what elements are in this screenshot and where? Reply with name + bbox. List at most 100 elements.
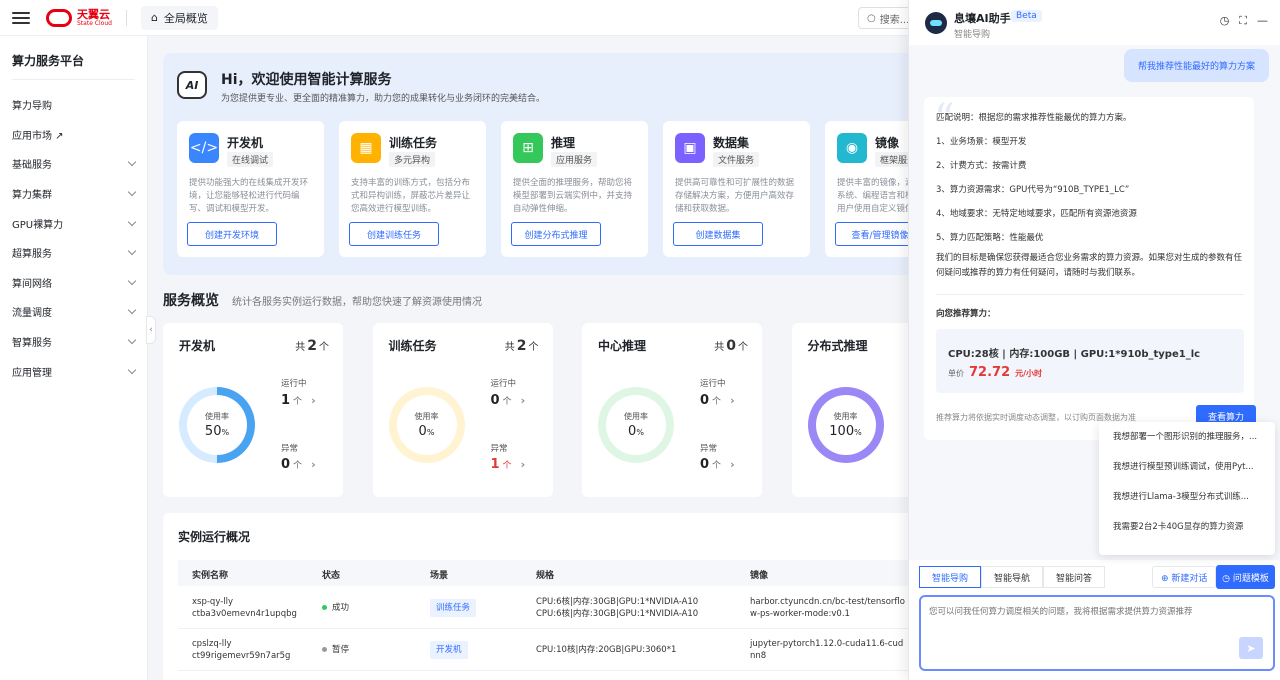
abnormal-label: 异常 [700,444,718,454]
sidebar-item[interactable]: 应用市场 ↗ [0,120,147,150]
image-line: w-ps-worker-mode:v0.1 [750,609,850,619]
table-row[interactable]: cpslzq-lly ct99rigemevr59n7ar5g 暂停 开发机 CPU:1… [178,629,908,671]
question-template-button[interactable]: ◷ 问题模板 [1216,565,1275,589]
send-icon[interactable]: ➤ [1239,637,1263,659]
total-prefix: 共 [295,342,306,353]
answer-line: 4、地域要求：无特定地域要求，匹配所有资源池资源 [936,209,1137,219]
abnormal-value[interactable]: 0 个 › [281,457,316,472]
logo[interactable]: 天翼云 State Cloud [46,7,112,27]
divider [936,294,1244,295]
status-dot-icon [322,647,327,652]
image-line: nn8 [750,651,767,661]
card-title: 开发机 [227,136,264,150]
answer-line: 匹配说明：根据您的需求推荐性能最优的算力方案。 [936,113,1132,123]
fullscreen-icon[interactable]: ⛶ [1239,14,1247,28]
sidebar-item[interactable]: 算力导购 [0,90,147,120]
usage-value: 100% [829,424,861,439]
minimize-icon[interactable]: — [1257,14,1268,28]
service-card: ▦ 训练任务 多元异构 支持丰富的训练方式，包括分布式和异构训练，屏蔽芯片差异让您高效… [339,121,486,257]
logo-cn: 天翼云 [77,7,110,21]
table-row[interactable]: xsp-qy-lly ctba3v0emevn4r1upqbg 成功 训练任务 CPU:… [178,587,908,629]
service-card: </> 开发机 在线调试 提供功能强大的在线集成开发环境，让您能够轻松进行代码编写、调… [177,121,324,257]
suggestion-item[interactable]: 我想部署一个图形识别的推理服务，... [1099,422,1275,452]
card-tag: 多元异构 [389,152,436,167]
usage-ring-center: 使用率 0% [396,395,457,455]
stat-title: 中心推理 [598,339,647,353]
card-description: 提供全面的推理服务，帮助您将模型部署到云端实例中，并支持自动弹性伸缩。 [513,178,633,214]
search-placeholder: 搜索... [879,14,910,26]
column-header: 状态 [322,571,341,581]
sidebar-item[interactable]: 算间网络 [0,268,147,298]
logo-en: State Cloud [77,19,112,27]
assistant-answer: “ 匹配说明：根据您的需求推荐性能最优的算力方案。 1、业务场景：模型开发 2、计费… [924,97,1256,440]
column-header: 实例名称 [192,571,229,581]
running-label: 运行中 [490,379,517,389]
card-action-button[interactable]: 查看/管理镜像 [835,222,908,246]
card-description: 提供功能强大的在线集成开发环境，让您能够轻松进行代码编写、调试和模型开发。 [189,178,309,214]
card-action-button[interactable]: 创建开发环境 [187,222,277,246]
sidebar-item[interactable]: GPU裸算力 [0,208,147,238]
chevron-right-icon: › [311,458,316,471]
sidebar-title: 算力服务平台 [12,52,135,80]
sidebar-item[interactable]: 应用管理 [0,356,147,386]
status-text: 暂停 [332,645,350,655]
usage-label: 使用率 [624,412,648,421]
robot-avatar-icon [925,12,947,34]
service-icon: </> [189,133,219,163]
total-unit: 个 [528,342,539,353]
usage-percent: % [426,428,435,437]
chat-input[interactable] [929,605,1265,637]
suggestion-item[interactable]: 我想进行模型预训练调试，使用Pyt... [1099,452,1275,482]
usage-number: 50 [204,424,222,439]
abnormal-value[interactable]: 0 个 › [700,457,735,472]
abnormal-count: 0 [700,457,710,472]
welcome-title: Hi，欢迎使用智能计算服务 [221,72,392,88]
assistant-tab[interactable]: 智能问答 [1043,566,1106,588]
chevron-right-icon: › [311,394,316,407]
sidebar-item-label: 算间网络 [12,278,52,290]
column-header: 场景 [430,571,449,581]
abnormal-count: 1 [490,457,500,472]
overview-tab[interactable]: ⌂ 全局概览 [140,5,218,30]
chevron-down-icon [127,306,137,315]
card-action-button[interactable]: 创建训练任务 [349,222,439,246]
history-icon[interactable]: ◷ [1220,14,1230,28]
card-action-button[interactable]: 创建分布式推理 [511,222,601,246]
price-label: 单价 [948,369,964,378]
abnormal-count: 0 [281,457,291,472]
assistant-tab[interactable]: 智能导购 [919,566,982,588]
search-icon: ○ [867,12,876,24]
count-unit: 个 [712,461,722,471]
recommend-title: 向您推荐算力： [936,309,996,319]
running-value[interactable]: 0 个 › [491,393,526,408]
ai-assistant-panel: 息壤AI助手 Beta 智能导购 ◷ ⛶ — 帮我推荐性能最好的算力方案 “ 匹… [908,0,1280,680]
sidebar-item[interactable]: 基础服务 [0,149,147,179]
chevron-right-icon: › [730,458,735,471]
sidebar-item[interactable]: 智算服务 [0,327,147,357]
usage-percent: % [636,428,644,437]
suggestion-item[interactable]: 我需要2台2卡40G显存的算力资源 [1099,512,1275,542]
count-unit: 个 [502,397,512,407]
instance-name-line: xsp-qy-lly [192,597,234,607]
sidebar-item[interactable]: 超算服务 [0,238,147,268]
menu-icon[interactable] [12,11,30,24]
sidebar: 算力服务平台 算力导购 应用市场 ↗ 基础服务算力集群 GPU裸算力 超算服务算间网络流… [0,36,148,680]
new-chat-button[interactable]: ⊕ 新建对话 [1152,566,1217,588]
sidebar-item[interactable]: 流量调度 [0,297,147,327]
sidebar-item[interactable]: 算力集群 [0,179,147,209]
running-value[interactable]: 0 个 › [700,393,735,408]
welcome-subtitle: 为您提供更专业、更全面的精准算力，助力您的成果转化与业务闭环的完美结合。 [221,94,546,104]
sidebar-item-label: 基础服务 [12,160,52,172]
running-value[interactable]: 1 个 › [281,393,316,408]
total-count: 0 [726,338,736,354]
usage-label: 使用率 [833,412,858,421]
assistant-tab[interactable]: 智能导航 [981,566,1044,588]
divider [125,9,127,26]
stat-title: 开发机 [179,339,216,353]
stat-card: 开发机共 2 个使用率 50% 运行中 1 个 › 异常 0 个 › [163,323,343,497]
chat-input-box[interactable]: ➤ [919,595,1275,671]
abnormal-value[interactable]: 1 个 › [491,457,526,472]
stat-total: 共0个 [714,338,748,354]
card-action-button[interactable]: 创建数据集 [673,222,763,246]
suggestion-item[interactable]: 我想进行Llama-3模型分布式训练... [1099,482,1275,512]
